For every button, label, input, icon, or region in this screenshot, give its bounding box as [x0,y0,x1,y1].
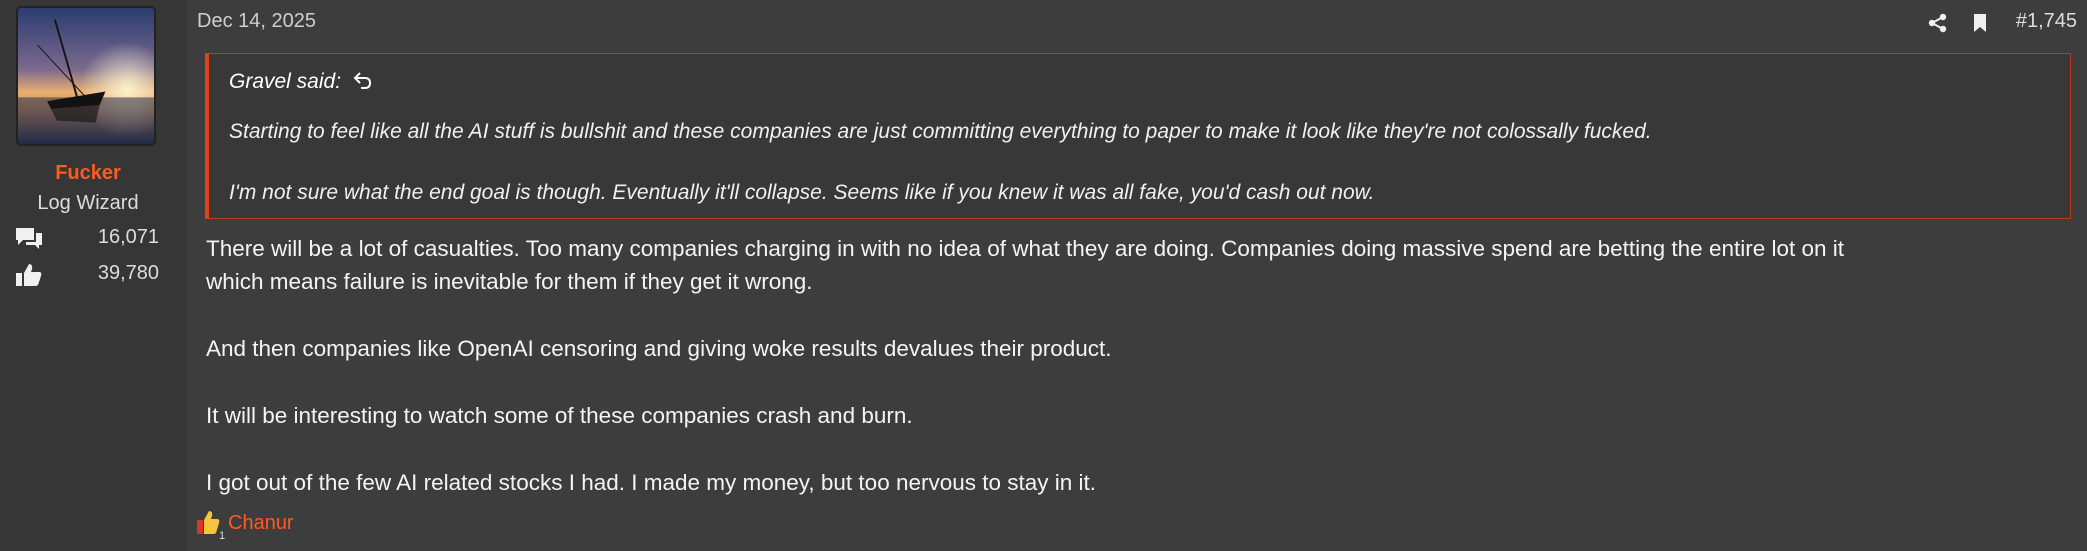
reaction-count: 1 [219,530,226,542]
user-title: Log Wizard [37,192,139,214]
quote-block: Gravel said: Starting to feel like all t… [205,53,2071,219]
user-avatar[interactable] [16,6,156,146]
post-text-line: I got out of the few AI related stocks I… [206,470,1097,495]
messages-stat: 16,071 [14,224,159,254]
reactions-stat: 39,780 [14,260,159,290]
reaction-users-link[interactable]: Chanur [228,512,294,535]
post-text-line: It will be interesting to watch some of … [206,403,913,428]
post-date[interactable]: Dec 14, 2025 [197,10,316,33]
post-text-line: which means failure is inevitable for th… [206,269,813,294]
avatar-image [18,8,154,144]
post-text-line: And then companies like OpenAI censoring… [206,336,1112,361]
quote-text-line: Starting to feel like all the AI stuff i… [229,120,1652,143]
post-text-line: There will be a lot of casualties. Too m… [206,236,1845,261]
bookmark-icon[interactable] [1969,12,1991,34]
like-icon[interactable] [195,508,221,538]
share-icon[interactable] [1927,12,1949,34]
messages-icon [16,228,42,249]
post-actions: #1,745 [1927,10,2077,36]
reactions-count: 39,780 [97,262,159,284]
user-sidebar: Fucker Log Wizard 16,071 39,780 [0,0,187,551]
quote-text-line: I'm not sure what the end goal is though… [229,181,1375,204]
quote-author[interactable]: Gravel said: [229,70,341,93]
username-link[interactable]: Fucker [0,162,176,185]
messages-count: 16,071 [97,226,159,248]
quote-header[interactable]: Gravel said: [229,70,373,94]
jump-to-quote-icon[interactable] [353,70,373,90]
post-number-link[interactable]: #1,745 [2016,10,2077,33]
thumbs-up-icon [16,264,42,286]
